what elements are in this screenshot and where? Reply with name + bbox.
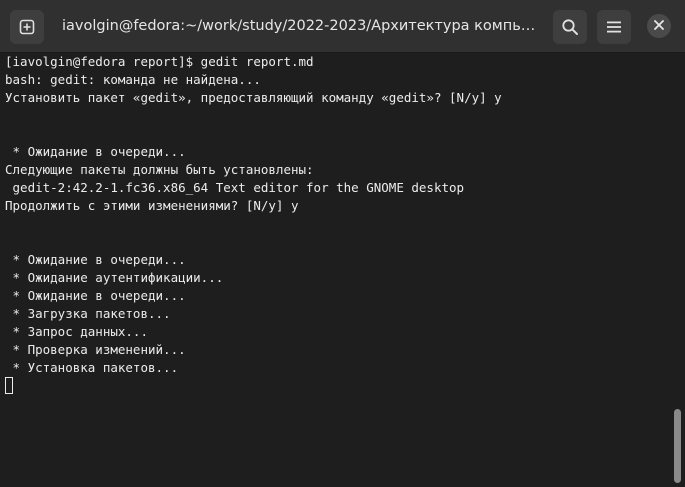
terminal-line: * Ожидание аутентификации... [5,270,224,285]
text-cursor [5,377,13,394]
search-icon [561,18,579,36]
terminal-output[interactable]: [iavolgin@fedora report]$ gedit report.m… [0,53,670,487]
terminal-line: Установить пакет «gedit», предоставляющи… [5,90,502,105]
cursor-line [5,377,670,395]
terminal-line: gedit-2:42.2-1.fc36.x86_64 Text editor f… [5,180,465,195]
terminal-line: Следующие пакеты должны быть установлены… [5,162,314,177]
terminal-line: * Установка пакетов... [5,360,179,375]
terminal-line: bash: gedit: команда не найдена... [5,72,261,87]
close-button[interactable] [647,14,671,38]
terminal-line: * Запрос данных... [5,324,148,339]
hamburger-menu-icon [606,19,622,35]
new-tab-plus-icon [19,19,35,35]
close-icon [654,17,664,35]
header-bar: iavolgin@fedora:~/work/study/2022-2023/А… [0,0,685,53]
search-button[interactable] [553,10,587,44]
terminal-line: * Загрузка пакетов... [5,306,171,321]
terminal-line: [iavolgin@fedora report]$ gedit report.m… [5,54,314,69]
scrollbar[interactable] [671,53,685,487]
terminal-window: iavolgin@fedora:~/work/study/2022-2023/А… [0,0,685,487]
new-tab-button[interactable] [10,10,44,44]
terminal-line: Продолжить с этими изменениями? [N/y] y [5,198,299,213]
terminal-line: * Проверка изменений... [5,342,186,357]
scrollbar-thumb[interactable] [674,409,681,483]
window-title: iavolgin@fedora:~/work/study/2022-2023/А… [62,18,540,34]
terminal-line: * Ожидание в очереди... [5,252,186,267]
terminal-line: * Ожидание в очереди... [5,144,186,159]
main-menu-button[interactable] [597,10,631,44]
terminal-line: * Ожидание в очереди... [5,288,186,303]
